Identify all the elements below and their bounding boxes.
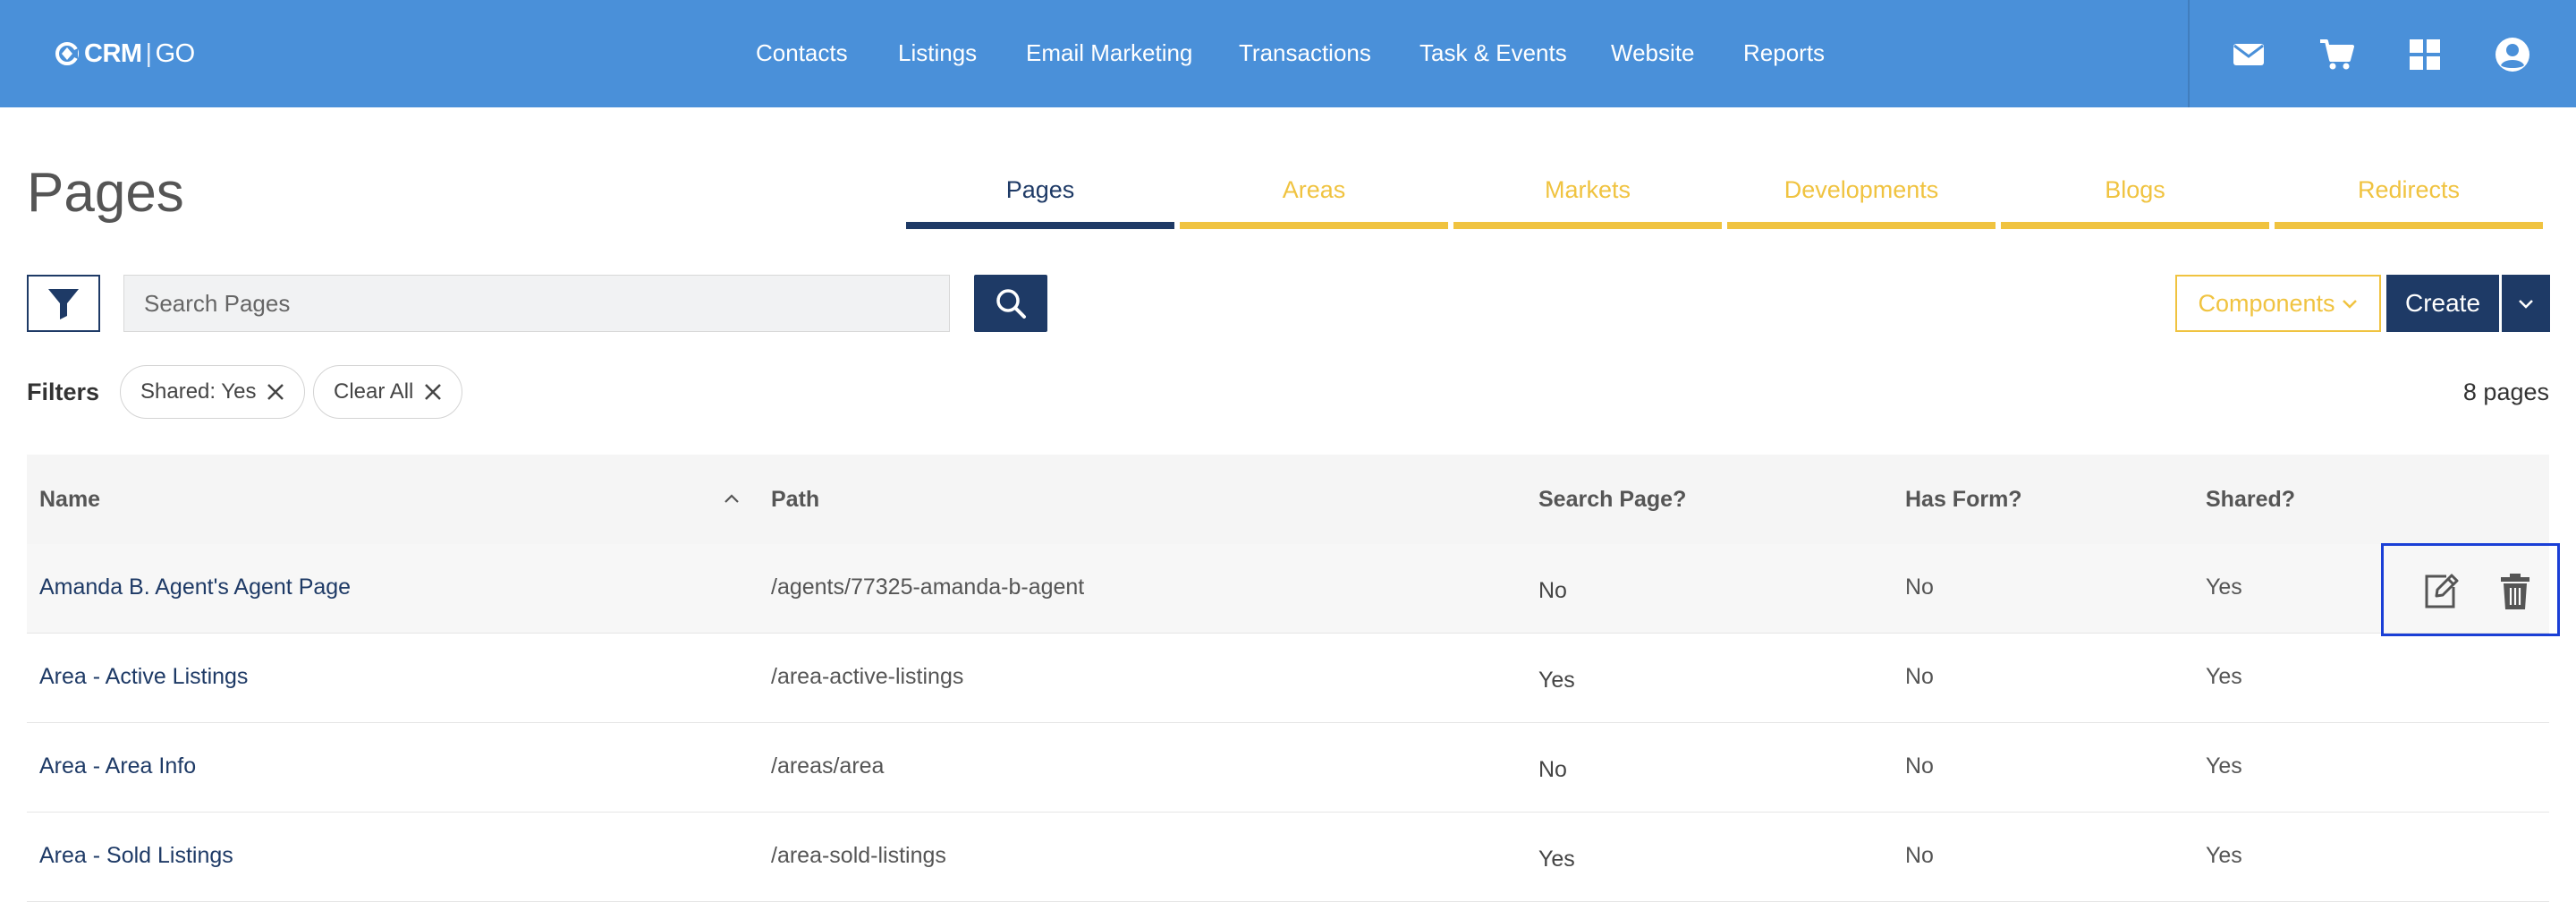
close-icon[interactable] bbox=[265, 381, 286, 403]
shared-value: Yes bbox=[2206, 843, 2242, 868]
column-header-path[interactable]: Path bbox=[771, 487, 819, 513]
column-header-shared[interactable]: Shared? bbox=[2206, 487, 2295, 513]
search-page-value: Yes bbox=[1538, 668, 1575, 693]
search-page-value: No bbox=[1538, 757, 1567, 782]
shared-value: Yes bbox=[2206, 574, 2242, 600]
tab-redirects[interactable]: Redirects bbox=[2275, 175, 2543, 229]
has-form-value: No bbox=[1905, 574, 1934, 600]
nav-item-transactions[interactable]: Transactions bbox=[1239, 39, 1371, 67]
nav-item-listings[interactable]: Listings bbox=[898, 39, 977, 67]
page-name-link[interactable]: Area - Active Listings bbox=[39, 664, 248, 690]
tab-blogs[interactable]: Blogs bbox=[2001, 175, 2269, 229]
search-icon bbox=[996, 289, 1026, 319]
has-form-value: No bbox=[1905, 753, 1934, 779]
edit-icon[interactable] bbox=[2419, 571, 2461, 612]
pages-table: Name Path Search Page? Has Form? Shared?… bbox=[27, 455, 2549, 902]
apps-grid-icon[interactable] bbox=[2406, 36, 2444, 73]
page-path: /agents/77325-amanda-b-agent bbox=[771, 574, 1085, 600]
column-header-name[interactable]: Name bbox=[39, 487, 100, 513]
top-navigation-bar: CRM | GO Contacts Listings Email Marketing… bbox=[0, 0, 2576, 107]
tab-developments[interactable]: Developments bbox=[1727, 175, 1996, 229]
filters-label: Filters bbox=[27, 379, 100, 405]
cart-icon[interactable] bbox=[2318, 36, 2356, 73]
chevron-down-icon bbox=[2342, 300, 2357, 309]
create-options-toggle[interactable] bbox=[2502, 275, 2550, 332]
trash-icon[interactable] bbox=[2495, 571, 2536, 612]
search-page-value: No bbox=[1538, 578, 1567, 603]
create-button[interactable]: Create bbox=[2386, 275, 2499, 332]
mail-icon[interactable] bbox=[2230, 36, 2267, 73]
page-count: 8 pages bbox=[2462, 379, 2549, 405]
table-header: Name Path Search Page? Has Form? Shared? bbox=[27, 455, 2549, 544]
shared-value: Yes bbox=[2206, 664, 2242, 689]
table-row[interactable]: Area - Sold Listings /area-sold-listings… bbox=[27, 813, 2549, 902]
close-icon[interactable] bbox=[422, 381, 444, 403]
nav-item-contacts[interactable]: Contacts bbox=[756, 39, 848, 67]
shared-value: Yes bbox=[2206, 753, 2242, 779]
chevron-down-icon bbox=[2519, 300, 2533, 309]
page-name-link[interactable]: Area - Sold Listings bbox=[39, 843, 233, 869]
page-title: Pages bbox=[27, 162, 184, 224]
nav-item-website[interactable]: Website bbox=[1611, 39, 1694, 67]
page-path: /areas/area bbox=[771, 753, 885, 779]
row-actions-highlight bbox=[2381, 543, 2560, 636]
page-path: /area-active-listings bbox=[771, 664, 964, 689]
user-account-icon[interactable] bbox=[2494, 36, 2531, 73]
has-form-value: No bbox=[1905, 664, 1934, 689]
tab-areas[interactable]: Areas bbox=[1180, 175, 1448, 229]
filter-chip-shared-yes[interactable]: Shared: Yes bbox=[120, 365, 306, 419]
search-button[interactable] bbox=[974, 275, 1047, 332]
page-path: /area-sold-listings bbox=[771, 843, 946, 868]
components-dropdown-button[interactable]: Components bbox=[2175, 275, 2381, 332]
page-name-link[interactable]: Amanda B. Agent's Agent Page bbox=[39, 574, 351, 600]
has-form-value: No bbox=[1905, 843, 1934, 868]
nav-item-task-events[interactable]: Task & Events bbox=[1419, 39, 1567, 67]
sort-ascending-icon[interactable] bbox=[721, 489, 742, 510]
search-input[interactable] bbox=[123, 275, 950, 332]
topbar-divider bbox=[2188, 0, 2190, 107]
column-header-has-form[interactable]: Has Form? bbox=[1905, 487, 2022, 513]
nav-item-email-marketing[interactable]: Email Marketing bbox=[1026, 39, 1192, 67]
tab-markets[interactable]: Markets bbox=[1453, 175, 1722, 229]
nav-item-reports[interactable]: Reports bbox=[1743, 39, 1825, 67]
filter-button[interactable] bbox=[27, 275, 100, 332]
funnel-icon bbox=[48, 289, 79, 319]
table-row[interactable]: Amanda B. Agent's Agent Page /agents/773… bbox=[27, 544, 2549, 634]
main-nav: Contacts Listings Email Marketing Transa… bbox=[0, 0, 2576, 107]
filter-chip-clear-all[interactable]: Clear All bbox=[313, 365, 463, 419]
page-name-link[interactable]: Area - Area Info bbox=[39, 753, 196, 779]
table-row[interactable]: Area - Active Listings /area-active-list… bbox=[27, 634, 2549, 723]
search-page-value: Yes bbox=[1538, 847, 1575, 872]
table-row[interactable]: Area - Area Info /areas/area No No Yes bbox=[27, 723, 2549, 813]
tab-pages[interactable]: Pages bbox=[906, 175, 1174, 229]
column-header-search-page[interactable]: Search Page? bbox=[1538, 487, 1686, 513]
